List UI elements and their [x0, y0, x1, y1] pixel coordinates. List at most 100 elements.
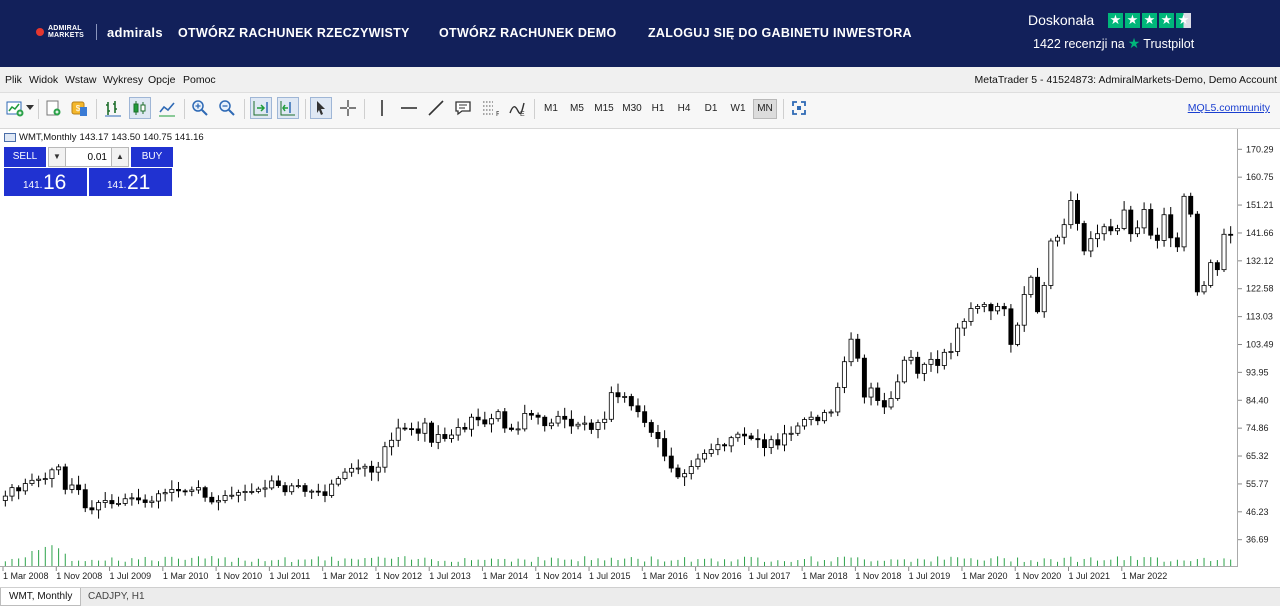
- menu-file[interactable]: Plik: [5, 74, 22, 86]
- volume-bar: [590, 560, 592, 566]
- volume-bar: [1077, 561, 1079, 566]
- candle-bull: [329, 483, 335, 496]
- volume-bar: [11, 558, 13, 566]
- timeframe-h1[interactable]: H1: [647, 99, 669, 119]
- candle-bull: [309, 490, 315, 493]
- timeframe-w1[interactable]: W1: [727, 99, 749, 119]
- fullscreen-icon[interactable]: [788, 97, 810, 119]
- zoom-in-icon[interactable]: [189, 97, 211, 119]
- timeframe-m15[interactable]: M15: [591, 99, 617, 119]
- buy-price-box[interactable]: 141. 21: [89, 168, 172, 196]
- volume-bar: [1043, 558, 1045, 566]
- text-label-icon[interactable]: [452, 97, 474, 119]
- volume-bar: [171, 556, 173, 566]
- chart-area[interactable]: 170.29 160.75 151.21 141.66 132.12 122.58 113.…: [0, 129, 1280, 587]
- candlestick-icon[interactable]: [129, 97, 151, 119]
- volume-bar: [883, 560, 885, 566]
- candle-bear: [442, 434, 448, 439]
- sell-button[interactable]: SELL: [4, 147, 46, 167]
- candle-bull: [102, 500, 108, 503]
- candle-bull: [928, 358, 934, 365]
- fibonacci-icon[interactable]: F: [479, 97, 501, 119]
- timeframe-mn[interactable]: MN: [753, 99, 777, 119]
- timeframe-m5[interactable]: M5: [566, 99, 588, 119]
- trustpilot-rating[interactable]: Doskonała 1422 recenzji na ★ Trustpilot: [1028, 11, 1228, 51]
- new-chart-icon[interactable]: [4, 97, 26, 119]
- volume-bar: [970, 558, 972, 566]
- menu-insert[interactable]: Wstaw: [65, 74, 97, 86]
- volume-bar: [863, 559, 865, 566]
- timeframe-h4[interactable]: H4: [673, 99, 695, 119]
- sell-price-box[interactable]: 141. 16: [4, 168, 87, 196]
- x-tick-label: 1 Nov 2008: [56, 571, 102, 581]
- volume-bar: [484, 559, 486, 566]
- zoom-out-icon[interactable]: [216, 97, 238, 119]
- vertical-line-icon[interactable]: [371, 97, 393, 119]
- crosshair-icon[interactable]: [337, 97, 359, 119]
- chart-header: WMT,Monthly 143.17 143.50 140.75 141.16: [4, 132, 204, 143]
- menu-charts[interactable]: Wykresy: [103, 74, 143, 86]
- candle-bull: [802, 419, 807, 427]
- candle-bear: [82, 489, 88, 509]
- tab-cadjpy-h1[interactable]: CADJPY, H1: [80, 588, 153, 606]
- cursor-icon[interactable]: [310, 97, 332, 119]
- volume-bar: [1023, 561, 1025, 566]
- lot-increase-button[interactable]: ▲: [111, 147, 129, 167]
- volume-bar: [1110, 559, 1112, 566]
- timeframe-d1[interactable]: D1: [700, 99, 722, 119]
- price-chart[interactable]: 170.29 160.75 151.21 141.66 132.12 122.58 113.…: [0, 129, 1280, 587]
- algo-trading-icon[interactable]: $: [68, 97, 90, 119]
- lot-size-input[interactable]: [66, 147, 111, 167]
- nav-investor-login[interactable]: ZALOGUJ SIĘ DO GABINETU INWESTORA: [648, 26, 912, 40]
- indicators-icon[interactable]: E: [506, 97, 528, 119]
- candle-bull: [1061, 224, 1067, 238]
- volume-bar: [1037, 561, 1039, 566]
- candle-bear: [542, 416, 548, 427]
- volume-bar: [977, 559, 979, 566]
- candle-bull: [1015, 324, 1021, 345]
- volume-bar: [597, 558, 599, 566]
- nav-open-real-account[interactable]: OTWÓRZ RACHUNEK RZECZYWISTY: [178, 26, 410, 40]
- tab-wmt-monthly[interactable]: WMT, Monthly: [0, 588, 82, 606]
- volume-bar: [857, 557, 859, 566]
- trendline-icon[interactable]: [425, 97, 447, 119]
- candle-bear: [568, 418, 574, 427]
- volume-bar: [291, 561, 293, 566]
- dropdown-arrow-icon[interactable]: [24, 97, 36, 119]
- candle-bull: [489, 418, 494, 425]
- candle-bull: [522, 413, 528, 430]
- timeframe-m30[interactable]: M30: [619, 99, 645, 119]
- candle-bull: [96, 502, 102, 511]
- candle-bull: [1068, 200, 1074, 226]
- volume-bar: [870, 561, 872, 566]
- new-order-icon[interactable]: [42, 97, 64, 119]
- mql5-community-link[interactable]: MQL5.community: [1188, 102, 1270, 114]
- volume-bar: [783, 561, 785, 566]
- nav-open-demo-account[interactable]: OTWÓRZ RACHUNEK DEMO: [439, 26, 617, 40]
- menu-view[interactable]: Widok: [29, 74, 58, 86]
- y-tick-label: 160.75: [1246, 172, 1274, 182]
- bar-chart-icon[interactable]: [102, 97, 124, 119]
- line-chart-icon[interactable]: [156, 97, 178, 119]
- candle-bull: [795, 425, 801, 434]
- candle-bull: [888, 398, 894, 408]
- autoscroll-icon[interactable]: [250, 97, 272, 119]
- logo-word: admirals: [107, 24, 163, 40]
- candle-bull: [335, 478, 341, 485]
- candle-bear: [1214, 262, 1220, 271]
- chart-ohlc: 143.17 143.50 140.75 141.16: [79, 132, 204, 143]
- volume-bar: [630, 557, 632, 566]
- volume-bar: [357, 559, 359, 566]
- menu-help[interactable]: Pomoc: [183, 74, 216, 86]
- volume-bar: [657, 559, 659, 566]
- candle-bull: [242, 491, 248, 494]
- candle-bull: [129, 497, 135, 500]
- lot-decrease-button[interactable]: ▼: [48, 147, 66, 167]
- chart-shift-icon[interactable]: [277, 97, 299, 119]
- menu-options[interactable]: Opcje: [148, 74, 175, 86]
- brand-logo[interactable]: ADMIRAL MARKETS admirals: [36, 24, 163, 40]
- volume-bar: [1116, 556, 1118, 566]
- buy-button[interactable]: BUY: [131, 147, 173, 167]
- horizontal-line-icon[interactable]: [398, 97, 420, 119]
- timeframe-m1[interactable]: M1: [540, 99, 562, 119]
